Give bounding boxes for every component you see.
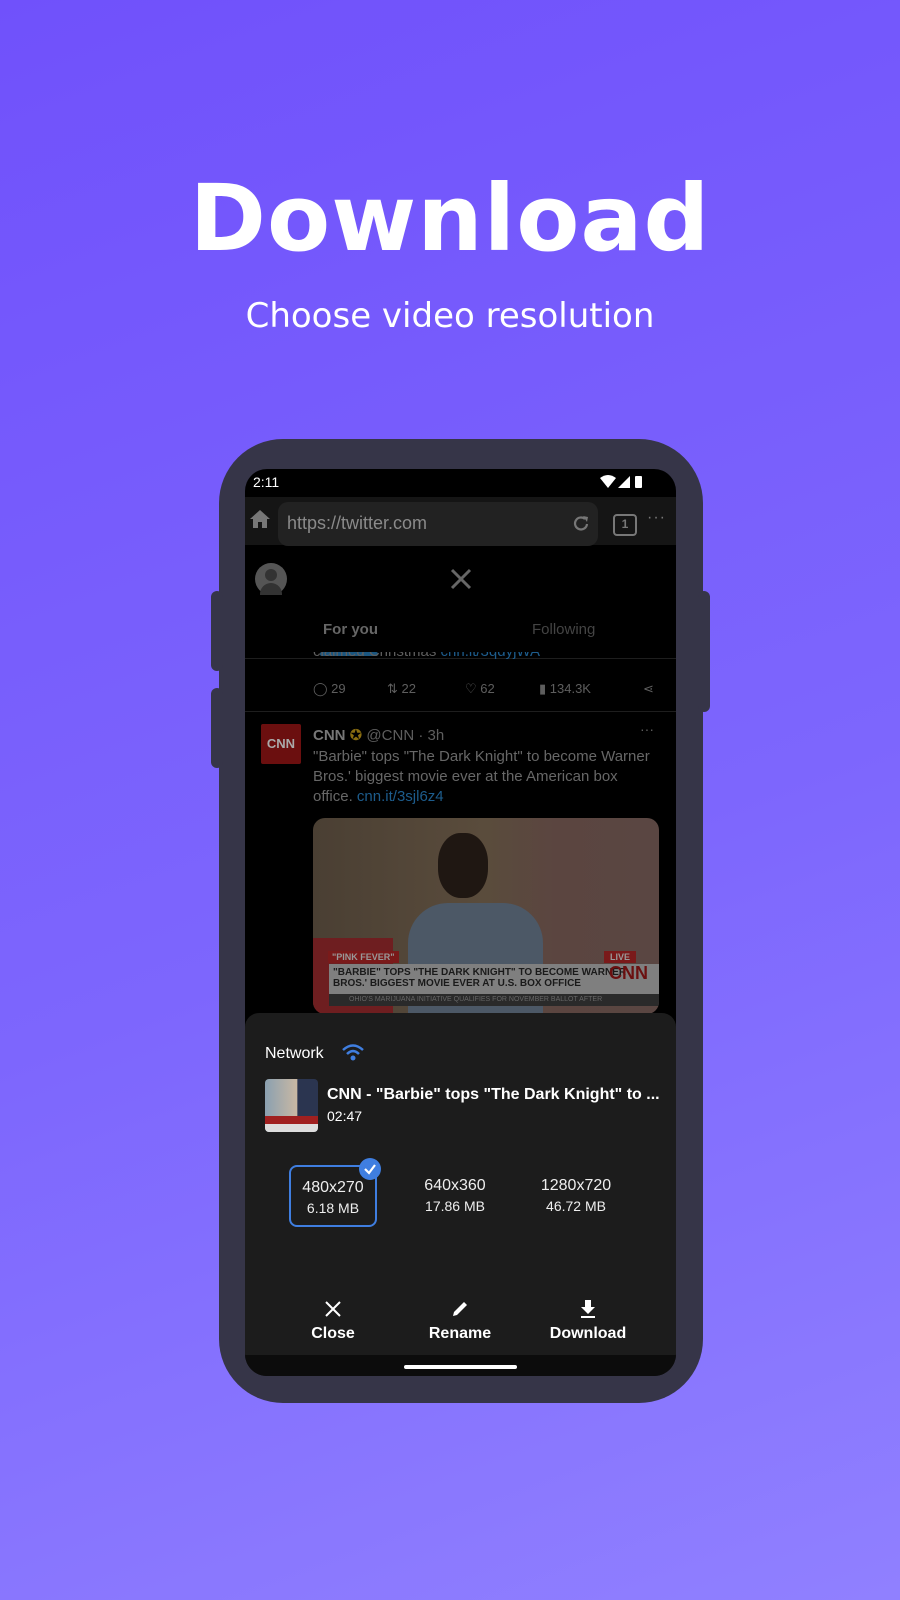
tweet-header: CNN ✪ @CNN · 3h xyxy=(313,726,444,744)
signal-icon xyxy=(618,476,630,488)
tabs-count-button[interactable]: 1 xyxy=(613,514,637,536)
phone-side-button xyxy=(211,688,223,768)
download-button[interactable]: Download xyxy=(533,1299,643,1343)
url-text: https://twitter.com xyxy=(287,513,428,533)
resolution-option-1280x720[interactable]: 1280x720 46.72 MB xyxy=(526,1165,626,1227)
verified-badge-icon: ✪ xyxy=(349,727,363,744)
resolution-option-640x360[interactable]: 640x360 17.86 MB xyxy=(411,1165,499,1227)
tweet-author: CNN xyxy=(313,727,346,744)
avatar[interactable] xyxy=(255,563,287,595)
wifi-icon xyxy=(342,1044,364,1061)
retweet-button[interactable]: ⇅ 22 xyxy=(387,681,416,697)
close-button[interactable]: Close xyxy=(278,1299,388,1343)
close-icon xyxy=(325,1301,341,1317)
prev-tweet-text: claimed Christmas cnn.it/3qdyjWA xyxy=(313,652,540,660)
home-icon[interactable] xyxy=(249,509,271,529)
rename-button[interactable]: Rename xyxy=(405,1299,515,1343)
download-sheet: Network CNN - "Barbie" tops "The Dark Kn… xyxy=(245,1013,676,1376)
video-title: CNN - "Barbie" tops "The Dark Knight" to… xyxy=(327,1086,660,1103)
reload-icon[interactable] xyxy=(571,514,591,534)
tweet-text: "Barbie" tops "The Dark Knight" to becom… xyxy=(313,748,650,805)
battery-icon xyxy=(635,476,642,488)
promo-title: Download xyxy=(189,165,711,272)
phone-side-button xyxy=(211,591,223,671)
like-button[interactable]: ♡ 62 xyxy=(465,681,495,697)
download-icon xyxy=(581,1300,595,1318)
selected-check-icon xyxy=(359,1158,381,1180)
status-icons xyxy=(600,475,642,488)
tab-following[interactable]: Following xyxy=(532,621,595,638)
url-bar[interactable]: https://twitter.com xyxy=(278,502,598,546)
tweet-link[interactable]: cnn.it/3sjl6z4 xyxy=(357,788,444,805)
promo-subtitle: Choose video resolution xyxy=(245,296,655,336)
tab-for-you[interactable]: For you xyxy=(323,621,378,638)
reply-button[interactable]: ◯ 29 xyxy=(313,681,346,697)
tweet-handle: @CNN · 3h xyxy=(366,727,445,744)
phone-power-button xyxy=(698,591,710,712)
pencil-icon xyxy=(453,1302,467,1316)
wifi-icon xyxy=(600,475,616,488)
phone-screen: 2:11 https://twitter.com 1 ··· For you F… xyxy=(245,469,676,1376)
tweet-video-thumbnail[interactable]: "PINK FEVER" LIVE "BARBIE" TOPS "THE DAR… xyxy=(313,818,659,1014)
share-icon[interactable]: ⋖ xyxy=(643,681,654,697)
status-time: 2:11 xyxy=(253,474,280,490)
more-menu-icon[interactable]: ··· xyxy=(647,509,666,527)
home-gesture-handle[interactable] xyxy=(404,1365,517,1369)
x-logo-icon[interactable] xyxy=(450,568,472,590)
tweet-more-icon[interactable]: ··· xyxy=(640,721,654,737)
divider xyxy=(245,711,676,712)
video-duration: 02:47 xyxy=(327,1108,363,1124)
cnn-avatar[interactable]: CNN xyxy=(261,724,301,764)
network-label: Network xyxy=(265,1045,324,1062)
video-thumbnail xyxy=(265,1079,318,1132)
views-count[interactable]: ▮ 134.3K xyxy=(539,681,591,697)
